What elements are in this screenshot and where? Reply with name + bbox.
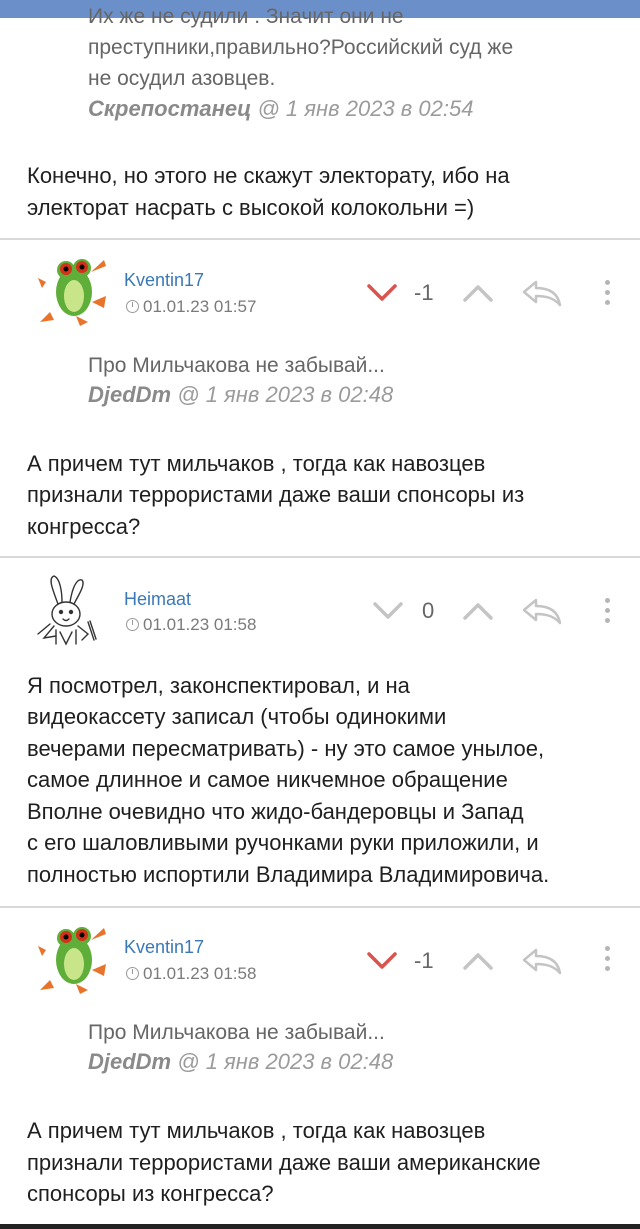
comment-date: 01.01.23 01:57 [143,297,257,316]
quote-date: @ 1 янв 2023 в 02:54 [257,96,474,121]
vote-up-icon[interactable] [462,951,494,971]
reply-icon[interactable] [520,946,564,976]
comment-username[interactable]: Kventin17 [124,270,204,291]
comment-text-line: самое длинное и самое никчемное обращени… [27,767,508,792]
comment-timestamp: 01.01.23 01:58 [126,964,256,984]
comment-text-line: А причем тут мильчаков , тогда как навоз… [27,1118,486,1143]
vote-down-icon[interactable] [372,601,404,621]
comment-text-line: вечерами пересматривать) - ну это самое … [27,736,545,761]
vote-up-icon[interactable] [462,601,494,621]
comment-text-line: Конечно, но этого не скажут электорату, … [27,163,510,188]
quote-text: Про Мильчакова не забывай... [88,354,385,377]
reply-icon[interactable] [520,278,564,308]
quote-line: не осудил азовцев. [88,67,276,90]
quote-citation: Скрепостанец @ 1 янв 2023 в 02:54 [88,96,473,122]
reply-icon[interactable] [520,596,564,626]
comment-username[interactable]: Kventin17 [124,937,204,958]
quote-text: Про Мильчакова не забывай... [88,1021,385,1044]
clock-icon [126,967,139,980]
comment-text-line: электорат насрать с высокой колокольни =… [27,195,475,220]
system-navigation-bar [0,1224,640,1229]
vote-down-icon[interactable] [366,283,398,303]
comment-timestamp: 01.01.23 01:57 [126,297,256,317]
comment-timestamp: 01.01.23 01:58 [126,615,256,635]
comment-username[interactable]: Heimaat [124,589,191,610]
clock-icon [126,300,139,313]
comment-text-line: полностью испортили Владимира Владимиров… [27,862,550,887]
comment-text-line: признали террористами даже ваши спонсоры… [27,482,525,507]
more-options-icon[interactable] [605,598,611,628]
comment-date: 01.01.23 01:58 [143,964,257,983]
comment-text-line: конгресса? [27,514,141,539]
comment-text-line: видеокассету записал (чтобы одинокими [27,704,447,729]
quote-line: Их же не судили . Значит они не [88,5,404,28]
comment-text-line: спонсоры из конгресса? [27,1181,274,1206]
vote-down-icon[interactable] [366,951,398,971]
quote-author[interactable]: DjedDm [88,382,171,407]
comment-score: 0 [422,598,435,623]
comment-text-line: признали террористами даже ваши американ… [27,1150,541,1175]
comment-divider [0,556,640,558]
quote-author[interactable]: Скрепостанец [88,96,251,121]
clock-icon [126,618,139,631]
quote-citation: DjedDm @ 1 янв 2023 в 02:48 [88,382,393,408]
frog-avatar[interactable] [36,920,108,996]
comment-text-line: А причем тут мильчаков , тогда как навоз… [27,451,486,476]
comment-date: 01.01.23 01:58 [143,615,257,634]
comment-divider [0,906,640,908]
quote-line: преступники,правильно?Российский суд же [88,36,514,59]
quote-date: @ 1 янв 2023 в 02:48 [177,382,394,407]
rabbit-avatar[interactable] [34,574,98,646]
comment-score: -1 [414,280,434,305]
comment-divider [0,238,640,240]
quote-citation: DjedDm @ 1 янв 2023 в 02:48 [88,1049,393,1075]
comment-score: -1 [414,948,434,973]
quote-author[interactable]: DjedDm [88,1049,171,1074]
quote-date: @ 1 янв 2023 в 02:48 [177,1049,394,1074]
comment-text-line: Вполне очевидно что жидо-бандеровцы и За… [27,799,524,824]
comment-text-line: с его шаловливыми ручонками руки приложи… [27,830,539,855]
vote-up-icon[interactable] [462,283,494,303]
comment-text-line: Я посмотрел, законспектировал, и на [27,673,410,698]
more-options-icon[interactable] [605,280,611,310]
more-options-icon[interactable] [605,946,611,976]
frog-avatar[interactable] [36,252,108,328]
